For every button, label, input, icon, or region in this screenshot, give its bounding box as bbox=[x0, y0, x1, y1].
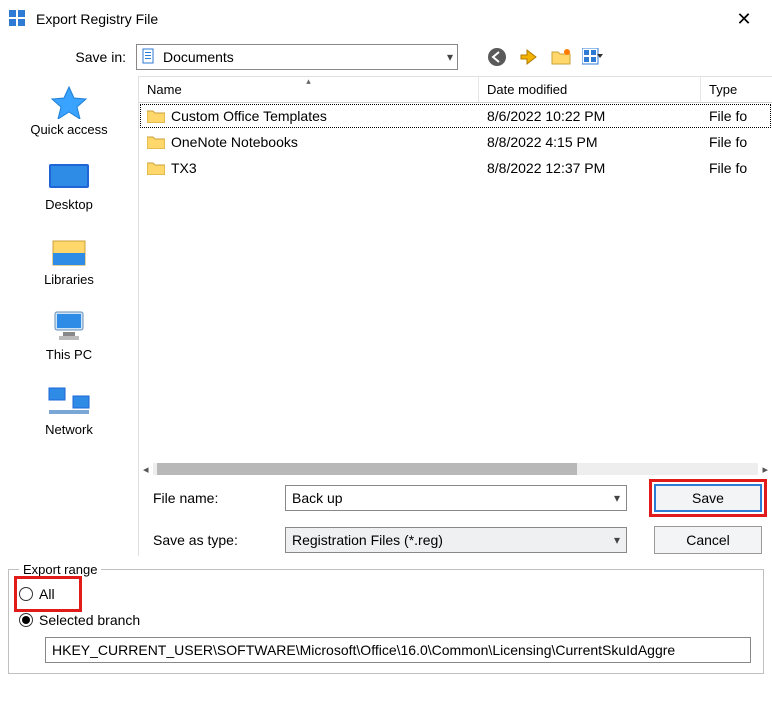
file-name: Custom Office Templates bbox=[171, 108, 327, 124]
save-as-type-combo[interactable]: Registration Files (*.reg) ▾ bbox=[285, 527, 627, 553]
selected-branch-input[interactable]: HKEY_CURRENT_USER\SOFTWARE\Microsoft\Off… bbox=[45, 637, 751, 663]
sort-asc-icon: ▴ bbox=[306, 76, 311, 87]
file-row[interactable]: TX3 8/8/2022 12:37 PMFile fo bbox=[139, 155, 772, 181]
radio-all[interactable] bbox=[19, 587, 33, 601]
close-button[interactable]: ✕ bbox=[724, 10, 764, 28]
file-row[interactable]: OneNote Notebooks 8/8/2022 4:15 PMFile fo bbox=[139, 129, 772, 155]
list-header: Name ▴ Date modified Type bbox=[139, 77, 772, 103]
scroll-left-icon[interactable]: ◂ bbox=[143, 463, 149, 476]
cancel-button[interactable]: Cancel bbox=[654, 526, 762, 554]
scroll-right-icon[interactable]: ▸ bbox=[762, 463, 768, 476]
network-icon bbox=[47, 384, 91, 420]
view-menu-button[interactable] bbox=[582, 46, 604, 68]
nav-quick-access[interactable]: Quick access bbox=[30, 84, 107, 137]
document-icon bbox=[141, 48, 157, 67]
save-as-type-label: Save as type: bbox=[153, 532, 285, 548]
column-name[interactable]: Name ▴ bbox=[139, 77, 479, 102]
chevron-down-icon: ▾ bbox=[614, 491, 620, 505]
radio-selected-branch-label: Selected branch bbox=[39, 612, 140, 628]
file-type: File fo bbox=[701, 160, 772, 176]
radio-all-row[interactable]: All bbox=[19, 581, 77, 607]
nav-label: Libraries bbox=[44, 272, 94, 287]
radio-selected-branch-row[interactable]: Selected branch bbox=[19, 607, 753, 633]
save-button[interactable]: Save bbox=[654, 484, 762, 512]
app-icon bbox=[8, 9, 28, 29]
new-folder-button[interactable] bbox=[550, 46, 572, 68]
nav-this-pc[interactable]: This PC bbox=[46, 309, 92, 362]
column-type[interactable]: Type bbox=[701, 77, 772, 102]
file-name: TX3 bbox=[171, 160, 197, 176]
nav-libraries[interactable]: Libraries bbox=[44, 234, 94, 287]
horizontal-scrollbar[interactable]: ◂ ▸ bbox=[139, 460, 772, 478]
save-in-combo[interactable]: Documents ▾ bbox=[136, 44, 458, 70]
nav-label: This PC bbox=[46, 347, 92, 362]
scroll-thumb[interactable] bbox=[157, 463, 577, 475]
radio-all-label: All bbox=[39, 586, 55, 602]
chevron-down-icon: ▾ bbox=[614, 533, 620, 547]
nav-network[interactable]: Network bbox=[45, 384, 93, 437]
nav-desktop[interactable]: Desktop bbox=[45, 159, 93, 212]
back-button[interactable] bbox=[486, 46, 508, 68]
star-icon bbox=[47, 84, 91, 120]
nav-label: Network bbox=[45, 422, 93, 437]
file-date: 8/6/2022 10:22 PM bbox=[479, 108, 701, 124]
file-name-input[interactable]: Back up ▾ bbox=[285, 485, 627, 511]
up-one-level-button[interactable] bbox=[518, 46, 540, 68]
save-in-value: Documents bbox=[163, 49, 234, 65]
column-date-modified[interactable]: Date modified bbox=[479, 77, 701, 102]
pc-icon bbox=[47, 309, 91, 345]
folder-icon bbox=[147, 161, 165, 175]
file-date: 8/8/2022 4:15 PM bbox=[479, 134, 701, 150]
chevron-down-icon: ▾ bbox=[447, 50, 453, 64]
nav-label: Quick access bbox=[30, 122, 107, 137]
nav-label: Desktop bbox=[45, 197, 93, 212]
folder-icon bbox=[147, 135, 165, 149]
save-in-label: Save in: bbox=[70, 49, 126, 65]
radio-selected-branch[interactable] bbox=[19, 613, 33, 627]
file-row[interactable]: Custom Office Templates 8/6/2022 10:22 PM… bbox=[139, 103, 772, 129]
desktop-icon bbox=[47, 159, 91, 195]
export-range-group: Export range All Selected branch HKEY_CU… bbox=[8, 562, 764, 674]
file-name-value: Back up bbox=[292, 490, 343, 506]
file-date: 8/8/2022 12:37 PM bbox=[479, 160, 701, 176]
selected-branch-value: HKEY_CURRENT_USER\SOFTWARE\Microsoft\Off… bbox=[52, 642, 675, 658]
save-as-type-value: Registration Files (*.reg) bbox=[292, 532, 443, 548]
window-title: Export Registry File bbox=[36, 11, 158, 27]
libraries-icon bbox=[47, 234, 91, 270]
file-name-label: File name: bbox=[153, 490, 285, 506]
file-type: File fo bbox=[701, 108, 772, 124]
export-range-legend: Export range bbox=[19, 562, 101, 577]
folder-icon bbox=[147, 109, 165, 123]
file-type: File fo bbox=[701, 134, 772, 150]
file-name: OneNote Notebooks bbox=[171, 134, 298, 150]
